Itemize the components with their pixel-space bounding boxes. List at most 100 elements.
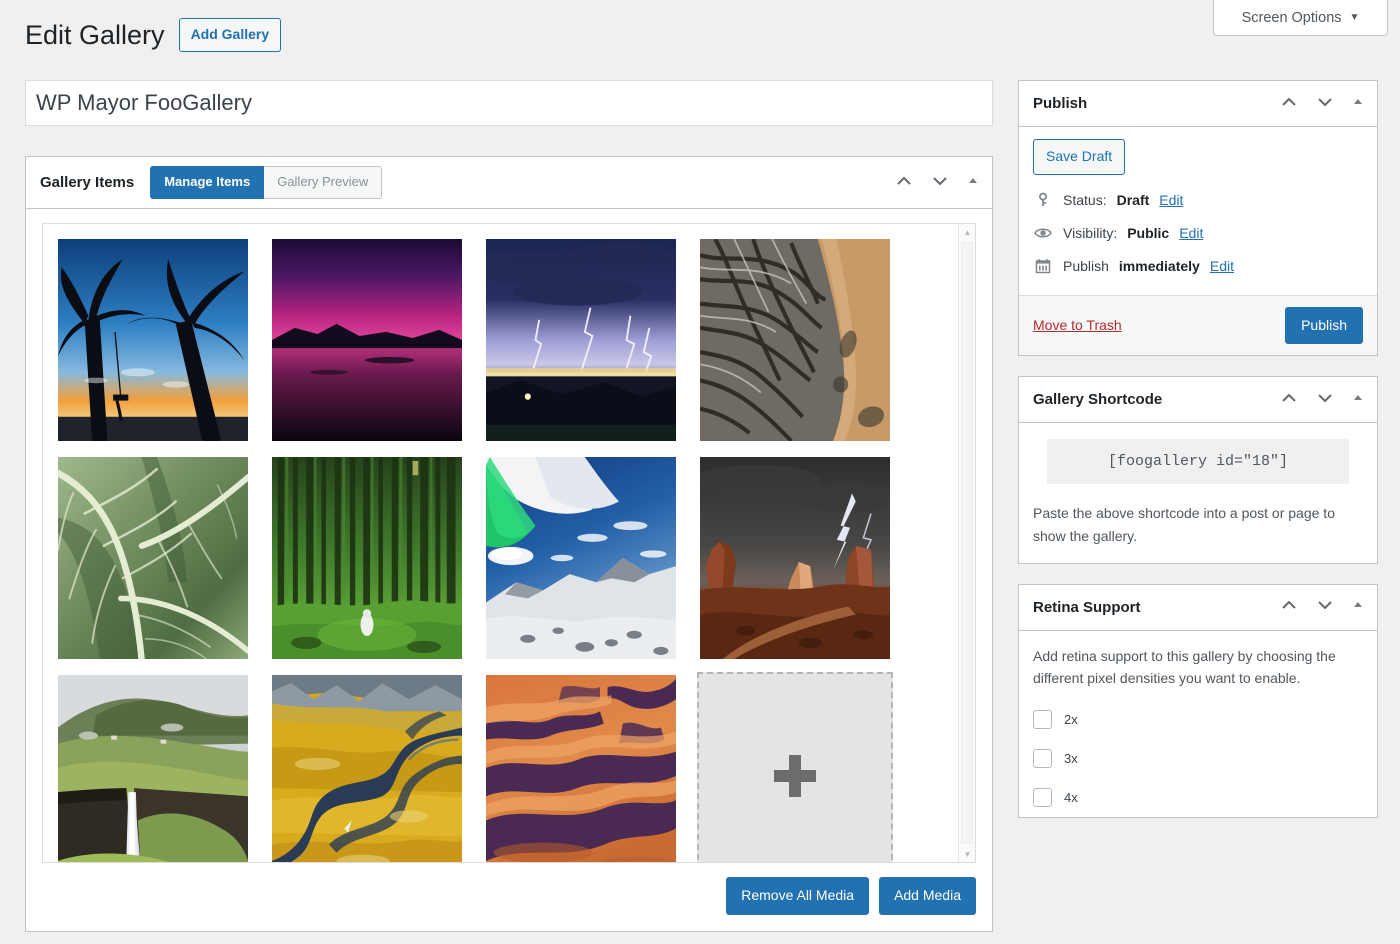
retina-label-2x: 2x <box>1064 711 1078 727</box>
collapse-toggle-icon[interactable] <box>1351 391 1365 410</box>
page-header: Edit Gallery Add Gallery <box>25 18 282 52</box>
shortcode-value[interactable]: [foogallery id="18"] <box>1047 439 1349 485</box>
shortcode-body: [foogallery id="18"] Paste the above sho… <box>1019 423 1377 563</box>
gallery-thumbnail[interactable] <box>483 236 679 444</box>
status-value: Draft <box>1116 191 1150 208</box>
publish-panel: Publish Save Draft Status: Draft Edit Vi… <box>1018 80 1378 357</box>
gallery-items-scroll-pane: ▲ ▼ <box>42 223 976 863</box>
gallery-thumbnail[interactable] <box>55 672 251 862</box>
thumbnail-image <box>700 457 890 659</box>
collapse-toggle-icon[interactable] <box>966 174 980 193</box>
gallery-thumbnail[interactable] <box>269 236 465 444</box>
gallery-thumbnail[interactable] <box>697 454 893 662</box>
panel-header-controls <box>1279 377 1365 423</box>
eye-icon <box>1033 226 1053 240</box>
publish-schedule-row: Publish immediately Edit <box>1033 258 1363 274</box>
chevron-down-icon: ▼ <box>1349 12 1360 23</box>
scroll-up-icon[interactable]: ▲ <box>959 224 975 240</box>
move-to-trash-link[interactable]: Move to Trash <box>1033 317 1122 333</box>
page-title: Edit Gallery <box>25 19 165 50</box>
calendar-icon <box>1033 258 1053 274</box>
thumbnail-image <box>486 239 676 441</box>
retina-checkbox-3x[interactable] <box>1033 748 1052 768</box>
publish-visibility-row: Visibility: Public Edit <box>1033 225 1363 241</box>
thumbnail-image <box>486 457 676 659</box>
retina-body: Add retina support to this gallery by ch… <box>1019 631 1377 817</box>
tab-gallery-preview[interactable]: Gallery Preview <box>264 166 383 199</box>
move-down-icon[interactable] <box>1315 595 1335 620</box>
status-edit-link[interactable]: Edit <box>1159 192 1183 208</box>
publish-body: Save Draft Status: Draft Edit Visibility… <box>1019 127 1377 280</box>
thumbnail-image <box>58 457 248 659</box>
retina-heading: Retina Support <box>1033 598 1141 616</box>
thumbnail-image <box>486 675 676 862</box>
move-down-icon[interactable] <box>1315 388 1335 413</box>
sidebar: Publish Save Draft Status: Draft Edit Vi… <box>1018 80 1378 838</box>
retina-help-text: Add retina support to this gallery by ch… <box>1033 647 1336 687</box>
shortcode-heading: Gallery Shortcode <box>1033 391 1163 409</box>
scrollbar-thumb[interactable] <box>961 242 973 844</box>
tab-manage-items[interactable]: Manage Items <box>150 166 265 199</box>
save-draft-button[interactable]: Save Draft <box>1033 139 1126 175</box>
status-label: Status: <box>1063 191 1107 208</box>
move-down-icon[interactable] <box>930 171 950 196</box>
thumbnail-image <box>272 457 462 659</box>
plus-icon <box>774 755 816 797</box>
gallery-thumbnail[interactable] <box>483 454 679 662</box>
add-media-button[interactable]: Add Media <box>879 877 976 915</box>
gallery-title-input[interactable] <box>25 80 993 126</box>
publish-footer: Move to Trash Publish <box>1019 294 1377 356</box>
retina-label-4x: 4x <box>1064 789 1078 805</box>
gallery-items-panel: Gallery Items Manage Items Gallery Previ… <box>25 156 993 932</box>
retina-support-panel: Retina Support Add retina support to thi… <box>1018 583 1378 818</box>
retina-option-4x[interactable]: 4x <box>1033 787 1363 807</box>
key-icon <box>1033 192 1053 208</box>
schedule-label: Publish <box>1063 257 1109 274</box>
move-up-icon[interactable] <box>1279 92 1299 117</box>
retina-panel-header: Retina Support <box>1019 585 1377 631</box>
thumbnail-image <box>700 239 890 441</box>
items-scrollbar[interactable]: ▲ ▼ <box>958 224 975 862</box>
retina-option-3x[interactable]: 3x <box>1033 748 1363 768</box>
screen-options-button[interactable]: Screen Options ▼ <box>1213 0 1388 36</box>
gallery-thumbnail[interactable] <box>55 236 251 444</box>
gallery-items-heading: Gallery Items <box>40 174 135 191</box>
collapse-toggle-icon[interactable] <box>1351 95 1365 114</box>
visibility-value: Public <box>1127 224 1170 241</box>
move-up-icon[interactable] <box>1279 388 1299 413</box>
shortcode-help-text: Paste the above shortcode into a post or… <box>1033 505 1335 544</box>
gallery-shortcode-panel: Gallery Shortcode [foogallery id="18"] P… <box>1018 376 1378 564</box>
thumbnail-image <box>58 675 248 862</box>
publish-status-row: Status: Draft Edit <box>1033 192 1363 208</box>
gallery-thumbnail[interactable] <box>269 672 465 862</box>
move-down-icon[interactable] <box>1315 92 1335 117</box>
retina-checkbox-2x[interactable] <box>1033 709 1052 729</box>
visibility-label: Visibility: <box>1063 224 1118 241</box>
add-media-tile[interactable] <box>697 672 893 862</box>
move-up-icon[interactable] <box>894 171 914 196</box>
collapse-toggle-icon[interactable] <box>1351 598 1365 617</box>
publish-panel-header: Publish <box>1019 81 1377 127</box>
media-actions: Remove All Media Add Media <box>26 863 992 931</box>
gallery-thumbnail[interactable] <box>483 672 679 862</box>
remove-all-media-button[interactable]: Remove All Media <box>726 877 870 915</box>
screen-options-label: Screen Options <box>1241 9 1342 26</box>
retina-option-2x[interactable]: 2x <box>1033 709 1363 729</box>
move-up-icon[interactable] <box>1279 595 1299 620</box>
visibility-edit-link[interactable]: Edit <box>1179 225 1203 241</box>
publish-button[interactable]: Publish <box>1285 306 1363 345</box>
schedule-edit-link[interactable]: Edit <box>1210 258 1234 274</box>
gallery-items-tabs: Manage Items Gallery Preview <box>150 166 383 199</box>
gallery-thumbnail[interactable] <box>697 236 893 444</box>
thumbnail-grid <box>55 236 975 862</box>
publish-heading: Publish <box>1033 95 1088 112</box>
thumbnail-image <box>272 675 462 862</box>
panel-header-controls <box>1279 585 1365 631</box>
retina-label-3x: 3x <box>1064 750 1078 766</box>
retina-checkbox-4x[interactable] <box>1033 787 1052 807</box>
gallery-thumbnail[interactable] <box>55 454 251 662</box>
scroll-down-icon[interactable]: ▼ <box>959 846 975 862</box>
add-gallery-button[interactable]: Add Gallery <box>178 18 282 52</box>
gallery-items-header: Gallery Items Manage Items Gallery Previ… <box>26 157 992 209</box>
gallery-thumbnail[interactable] <box>269 454 465 662</box>
